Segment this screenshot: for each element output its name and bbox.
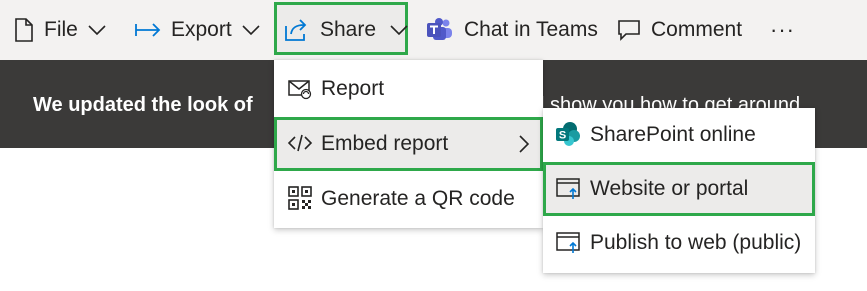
menu-item-label: Embed report [321,132,449,155]
export-menu-button[interactable]: Export [135,0,260,60]
share-icon [285,19,307,41]
submenu-item-label: SharePoint online [590,123,756,146]
website-icon [556,178,580,199]
submenu-item-publish-to-web[interactable]: Publish to web (public) [543,216,815,270]
submenu-item-label: Publish to web (public) [590,231,802,254]
comment-label: Comment [651,18,743,41]
publish-web-icon [556,232,580,253]
export-label: Export [171,18,232,41]
svg-text:S: S [559,130,566,142]
code-icon [287,134,313,152]
report-envelope-icon [288,80,312,100]
chevron-down-icon [390,25,408,36]
teams-icon [427,18,452,40]
toolbar: File Export Share Chat in Teams Comment … [0,0,867,60]
chevron-right-icon [519,135,530,153]
chevron-down-icon [88,25,106,36]
menu-item-report[interactable]: Report [274,62,543,116]
sharepoint-icon: S [556,122,580,146]
file-label: File [44,18,78,41]
comment-button[interactable]: Comment [617,0,742,60]
export-arrow-icon [135,23,161,37]
file-menu-button[interactable]: File [14,0,106,60]
share-dropdown-menu: Report Embed report Generate a QR code [274,60,543,228]
more-options-button[interactable]: ··· [770,0,795,60]
banner-text-left: We updated the look of [33,94,253,116]
submenu-item-website-or-portal[interactable]: Website or portal [543,162,815,216]
menu-item-generate-qr-code[interactable]: Generate a QR code [274,172,543,226]
submenu-item-sharepoint-online[interactable]: S SharePoint online [543,108,815,162]
menu-item-label: Generate a QR code [321,187,515,210]
menu-item-embed-report[interactable]: Embed report [274,117,543,171]
file-icon [15,18,33,42]
comment-icon [618,20,640,41]
more-options-icon: ··· [770,17,795,42]
share-label: Share [320,18,377,41]
share-menu-button[interactable]: Share [284,0,408,60]
chevron-down-icon [242,25,260,36]
submenu-item-label: Website or portal [590,177,749,200]
chat-in-teams-button[interactable]: Chat in Teams [426,0,598,60]
menu-item-label: Report [321,77,385,100]
qr-code-icon [288,186,312,210]
chat-in-teams-label: Chat in Teams [464,18,598,41]
embed-report-submenu: S SharePoint online Website or portal Pu… [543,108,815,273]
